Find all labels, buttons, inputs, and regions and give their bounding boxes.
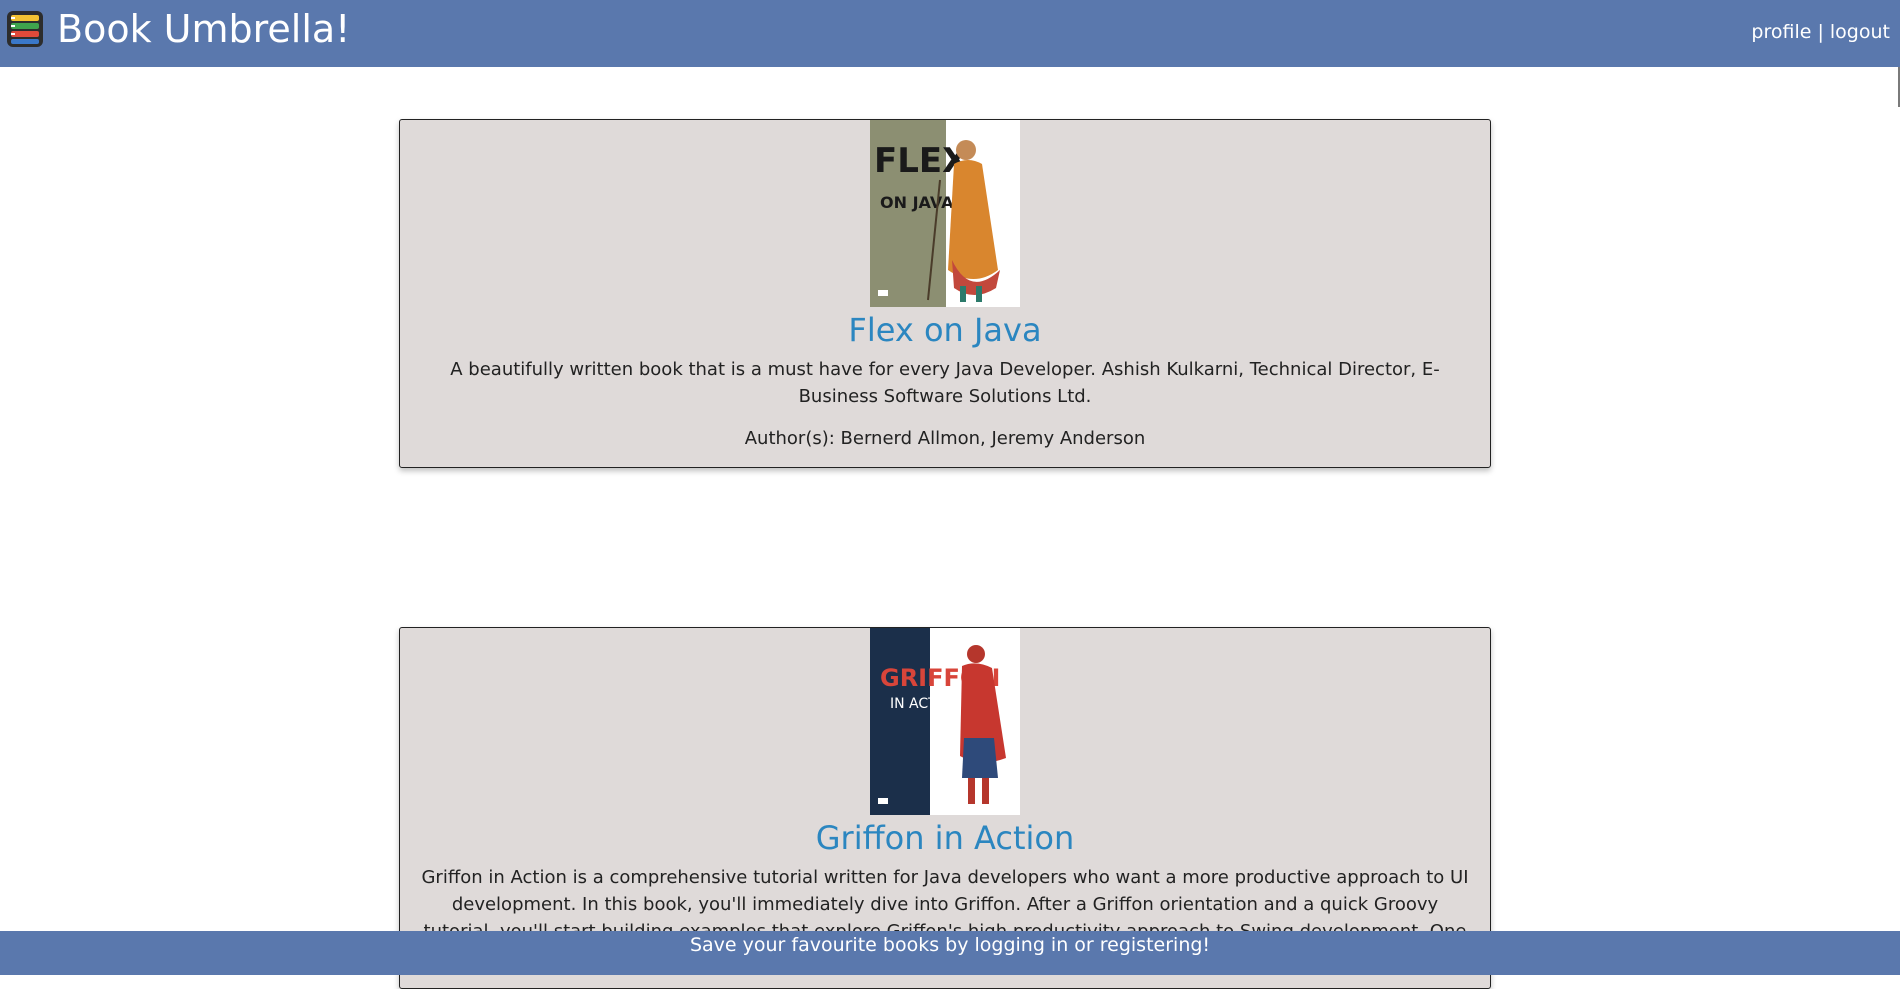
logout-link[interactable]: logout — [1830, 21, 1890, 43]
book-title-link[interactable]: Griffon in Action — [400, 818, 1490, 858]
book-description: A beautifully written book that is a mus… — [450, 359, 1440, 407]
footer-message: Save your favourite books by logging in … — [689, 934, 1211, 956]
book-title-link[interactable]: Flex on Java — [400, 310, 1490, 350]
book-card: FLEX ON JAVA Flex on Java A beautifully … — [399, 119, 1491, 468]
book-authors: Author(s): Bernerd Allmon, Jeremy Anders… — [744, 428, 1146, 449]
book-stack-logo-icon[interactable] — [6, 10, 44, 48]
user-nav: profile | logout — [1751, 20, 1890, 44]
cover-title-line2: ON JAVA — [880, 193, 954, 212]
cover-title-line2: IN ACTION — [890, 696, 962, 712]
book-cover-image[interactable]: FLEX ON JAVA — [870, 120, 1020, 307]
site-title[interactable]: Book Umbrella! — [57, 4, 350, 54]
top-navbar: Book Umbrella! profile | logout — [0, 0, 1900, 67]
nav-separator: | — [1811, 21, 1830, 43]
book-cover-image[interactable]: GRIFFON IN ACTION — [870, 628, 1020, 815]
footer-banner: Save your favourite books by logging in … — [0, 931, 1900, 975]
profile-link[interactable]: profile — [1751, 21, 1811, 43]
